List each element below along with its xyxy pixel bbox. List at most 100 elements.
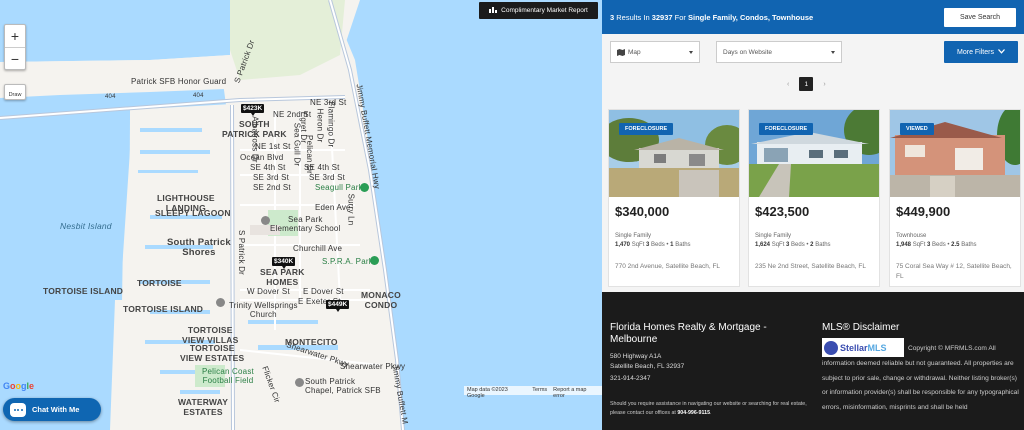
map-label-tortoise-island: TORTOISE ISLAND [123,304,204,314]
view-mode-value: Map [628,48,641,56]
prev-page-button[interactable]: ‹ [787,81,789,88]
results-header: 3 Results In 32937 For Single Family, Co… [602,0,1024,34]
map-label-chapel: South Patrick Chapel, Patrick SFB [305,377,381,395]
listing-type: Single Family [755,233,792,239]
listing-photo[interactable]: FORECLOSURE [609,110,739,197]
draw-button[interactable]: Draw [4,84,26,100]
listing-card[interactable]: VIEWED $449,900 Townhouse 1,948 SqFt 3 B… [889,109,1021,287]
chat-bubble-icon [10,402,26,417]
map-label-sea-park-school: Sea Park Elementary School [270,215,341,233]
page-1-button[interactable]: 1 [799,77,814,91]
church-marker-icon[interactable] [216,298,225,307]
listing-photo[interactable]: FORECLOSURE [749,110,879,197]
chat-label: Chat With Me [32,405,80,414]
chapel-marker-icon[interactable] [295,378,304,387]
price-pin[interactable]: $340K [272,257,296,269]
footer-company-name: Florida Homes Realty & Mortgage - Melbou… [610,322,767,345]
map-label-w-dover-st: W Dover St [247,287,290,296]
listing-address[interactable]: 770 2nd Avenue, Satellite Beach, FL [615,262,733,272]
pagination: ‹ 1 › [787,77,826,91]
more-filters-button[interactable]: More Filters [944,41,1018,63]
map-label-eden-ave: Eden Ave [315,203,351,212]
status-badge: FORECLOSURE [759,123,814,135]
footer-note-phone[interactable]: 904-996-9115 [677,410,710,416]
listing-address[interactable]: 235 Ne 2nd Street, Satellite Beach, FL [755,262,873,272]
map-label-tortoise-island-west: TORTOISE ISLAND [43,286,124,296]
days-on-website-value: Days on Website [723,48,773,56]
map-view[interactable]: Patrick SFB Honor Guard SOUTH PATRICK PA… [0,0,602,430]
map-label-seagull-park: Seagull Park [315,183,363,192]
view-mode-select[interactable]: Map [610,41,700,63]
report-map-error-link[interactable]: Report a map error [553,387,599,399]
map-icon: Map [617,48,641,56]
next-page-button[interactable]: › [823,81,825,88]
map-label-ne-1st-st: NE 1st St [255,142,291,151]
map-label-se-2nd-st: SE 2nd St [253,183,291,192]
map-label-sleepy-lagoon: SLEEPY LAGOON [155,208,231,218]
map-label-trinity-church: Trinity Wellsprings Church [229,301,298,319]
chevron-down-icon [831,50,835,54]
map-label-route-404-east: 404 [193,93,204,99]
terms-link[interactable]: Terms [532,387,547,394]
map-label-sea-park-homes: SEA PARK HOMES [260,267,305,287]
listing-specs: 1,470 SqFt 3 Beds • 1 Baths [615,242,691,248]
map-label-albatross-dr: Albatross Dr [250,116,260,163]
map-label-heron-dr: Heron Dr [315,108,325,143]
map-label-honor-guard: Patrick SFB Honor Guard [131,77,227,86]
bar-chart-icon [489,6,498,15]
map-label-monaco-condo: MONACO CONDO [361,290,401,310]
map-label-waterway-estates: WATERWAY ESTATES [178,397,229,417]
map-label-ocean-blvd: Ocean Blvd [240,153,284,162]
market-report-button[interactable]: Complimentary Market Report [479,2,598,19]
map-label-se-4th-st: SE 4th St [250,163,286,172]
listing-price: $423,500 [755,204,810,219]
school-marker-icon[interactable] [261,216,270,225]
park-marker-icon[interactable] [370,256,379,265]
mls-disclaimer-title: MLS® Disclaimer [822,322,900,333]
map-label-surry-ln: Surry Ln [346,193,356,226]
zoom-in-button[interactable]: + [5,25,25,47]
map-label-route-404: 404 [105,94,116,100]
listing-specs: 1,624 SqFt 3 Beds • 2 Baths [755,242,831,248]
more-filters-label: More Filters [957,48,994,56]
zoom-out-button[interactable]: − [5,47,25,69]
listing-price: $449,900 [896,204,951,219]
listing-card[interactable]: FORECLOSURE $423,500 Single Family 1,624… [748,109,880,287]
map-label-egret-dr: Egret Dr [299,111,309,144]
site-footer: Florida Homes Realty & Mortgage - Melbou… [602,292,1024,430]
status-badge: FORECLOSURE [619,123,674,135]
zoom-control: + − [4,24,26,70]
map-label-spra-park: S.P.R.A. Park [322,257,373,266]
market-report-label: Complimentary Market Report [501,7,588,14]
map-label-flamingo-dr: Flamingo Dr [326,101,336,148]
map-label-nesbit-island: Nesbit Island [60,221,112,231]
save-search-button[interactable]: Save Search [944,7,1016,27]
footer-phone[interactable]: 321-914-2347 [610,375,650,382]
map-label-e-dover-st: E Dover St [303,287,344,296]
map-label-s-patrick-dr: S Patrick Dr [237,229,247,276]
footer-accessibility-note: Should you require assistance in navigat… [610,401,807,416]
days-on-website-select[interactable]: Days on Website [716,41,842,63]
status-badge: VIEWED [900,123,934,135]
price-pin[interactable]: $423K [241,104,265,116]
mls-seal-icon [824,340,838,355]
chevron-down-icon [997,48,1005,56]
map-label-tortoise: TORTOISE [137,278,182,288]
park-marker-icon[interactable] [360,183,369,192]
map-label-se-3rd-st-east: SE 3rd St [309,173,346,182]
map-label-se-3rd-st: SE 3rd St [253,173,290,182]
listing-specs: 1,948 SqFt 3 Beds • 2.5 Baths [896,242,977,248]
listing-address[interactable]: 75 Coral Sea Way # 12, Satellite Beach, … [896,262,1014,282]
chat-with-me-button[interactable]: Chat With Me [3,398,101,421]
footer-address: 580 Highway A1A Satellite Beach, FL 3293… [610,353,685,370]
price-pin[interactable]: $449K [326,300,350,312]
google-logo: Google [3,381,35,391]
map-label-pelican-field: Pelican Coast Football Field [202,367,254,385]
map-label-tortoise-view-villas: TORTOISE VIEW VILLAS [182,325,239,345]
map-label-south-patrick-shores: South Patrick Shores [167,237,231,258]
results-summary: 3 Results In 32937 For Single Family, Co… [610,12,814,22]
listing-photo[interactable]: VIEWED [890,110,1020,197]
listing-card[interactable]: FORECLOSURE $340,000 Single Family 1,470… [608,109,740,287]
listing-type: Townhouse [896,233,927,239]
chevron-down-icon [689,50,693,54]
